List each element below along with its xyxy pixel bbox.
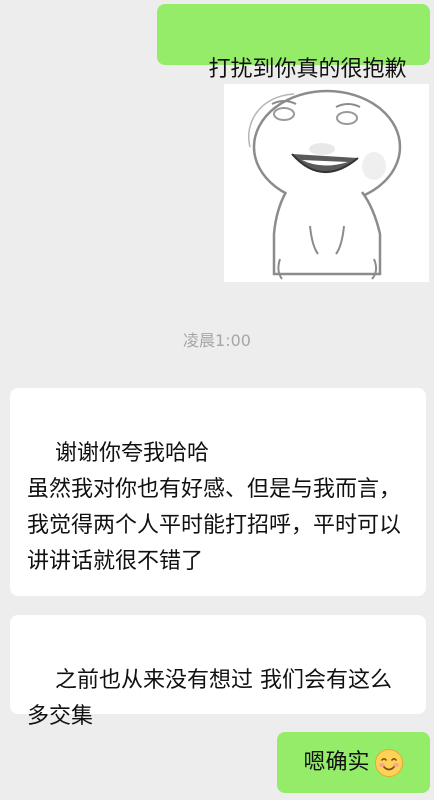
received-message-bubble[interactable]: 之前也从来没有想过 我们会有这么多交集: [10, 615, 426, 729]
sticker-image[interactable]: [224, 84, 429, 282]
message-text: 嗯确实: [303, 749, 370, 775]
message-timestamp: 凌晨1:00: [183, 331, 251, 350]
chat-area[interactable]: 打扰到你真的很抱歉 凌晨1:00 谢谢你夸我哈哈 虽然我对你也有好感、但是与我而…: [0, 0, 434, 800]
received-message-bubble[interactable]: 谢谢你夸我哈哈 虽然我对你也有好感、但是与我而言，我觉得两个人平时能打招呼，平时…: [10, 388, 426, 647]
message-text: 打扰到你真的很抱歉: [208, 57, 407, 82]
message-text: 谢谢你夸我哈哈 虽然我对你也有好感、但是与我而言，我觉得两个人平时能打招呼，平时…: [27, 441, 402, 574]
blushing-smile-icon: [374, 748, 403, 777]
smiling-doodle-sticker-icon: [224, 84, 429, 282]
sent-message-bubble[interactable]: 打扰到你真的很抱歉: [157, 4, 430, 82]
message-text: 之前也从来没有想过 我们会有这么多交集: [27, 668, 392, 729]
sent-message-bubble[interactable]: 嗯确实: [277, 732, 430, 793]
